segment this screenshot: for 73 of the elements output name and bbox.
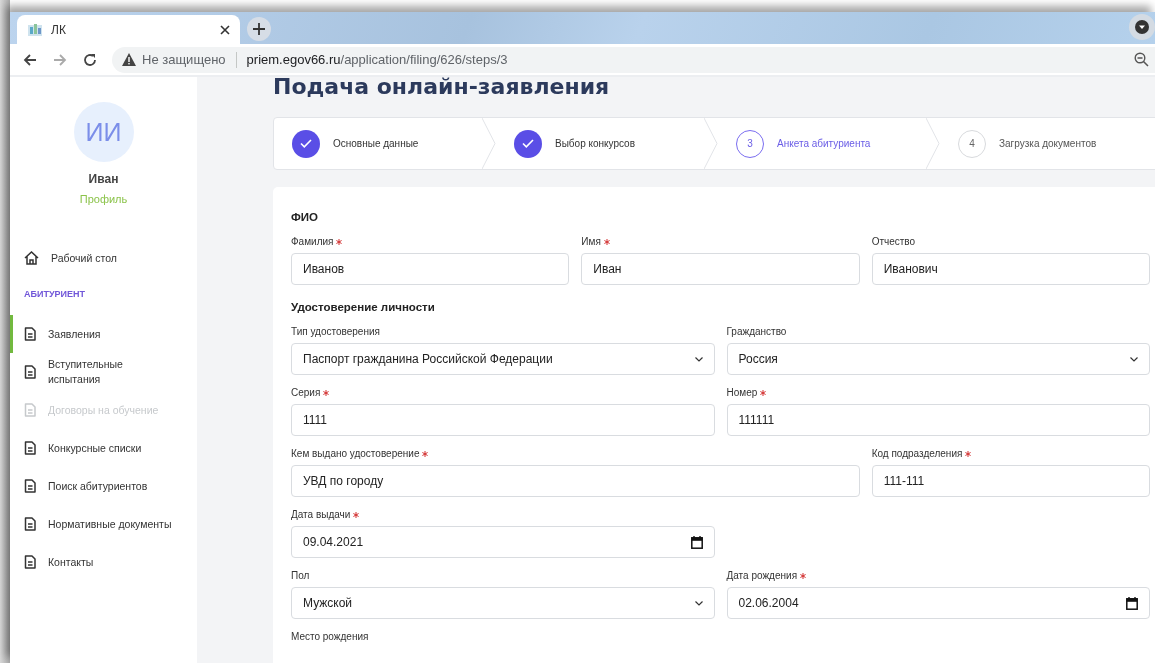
close-icon xyxy=(220,24,230,35)
tab-title: ЛК xyxy=(51,22,67,37)
warning-icon xyxy=(122,53,136,66)
tab-search-button[interactable] xyxy=(1129,14,1155,40)
input-field[interactable]: Иванов xyxy=(291,253,570,285)
dropdown-field[interactable]: Россия xyxy=(726,343,1150,375)
field-label: Номер xyxy=(726,387,767,398)
field-label: Дата выдачи xyxy=(291,509,360,520)
document-icon xyxy=(24,403,36,417)
field-label: Отчество xyxy=(871,236,916,247)
field-label: Фамилия xyxy=(291,236,343,247)
date-field[interactable]: 02.06.2004 xyxy=(726,587,1150,619)
nav-item[interactable]: Нормативные документы xyxy=(10,505,197,543)
field-label: Дата рождения xyxy=(726,570,807,581)
field-label: Пол xyxy=(291,570,310,581)
url-path: /application/filing/626/steps/3 xyxy=(340,52,508,67)
field-label: Гражданство xyxy=(726,326,787,337)
page-title: Подача онлайн-заявления xyxy=(273,77,610,101)
chevron-down-icon xyxy=(694,356,703,362)
step-label[interactable]: Загрузка документов xyxy=(999,138,1097,149)
url-host: priem.egov66.ru xyxy=(246,52,341,67)
zoom-out-icon xyxy=(1134,52,1149,67)
calendar-icon xyxy=(1126,596,1138,610)
input-field[interactable]: Иванович xyxy=(871,253,1150,285)
date-field[interactable]: 09.04.2021 xyxy=(291,526,715,558)
input-field[interactable]: Иван xyxy=(581,253,860,285)
nav-item[interactable]: Рабочий стол xyxy=(10,239,197,277)
nav-item[interactable]: Вступительные испытания xyxy=(10,353,197,391)
dropdown-field[interactable]: Мужской xyxy=(291,587,715,619)
input-field[interactable]: 111-111 xyxy=(871,465,1150,497)
security-label: Не защищено xyxy=(142,52,226,67)
avatar: ИИ xyxy=(73,102,134,162)
chevron-down-icon xyxy=(1130,356,1138,362)
input-field[interactable]: 1111 xyxy=(291,404,715,436)
check-icon xyxy=(300,139,312,148)
field-label: Место рождения xyxy=(291,631,369,642)
document-icon xyxy=(24,555,36,569)
document-icon xyxy=(24,517,36,531)
calendar-icon xyxy=(690,535,703,549)
nav-section-heading: АБИТУРИЕНТ xyxy=(23,288,85,301)
input-field[interactable]: 111111 xyxy=(726,404,1150,436)
document-icon xyxy=(24,365,36,379)
new-tab-button[interactable] xyxy=(247,17,271,41)
back-arrow-icon xyxy=(22,51,38,68)
dropdown-field[interactable]: Паспорт гражданина Российской Федерации xyxy=(291,343,715,375)
document-icon xyxy=(24,479,36,493)
reload-icon xyxy=(82,51,98,68)
section-title: Удостоверение личности xyxy=(291,301,435,313)
field-label: Кем выдано удостоверение xyxy=(291,448,429,459)
address-bar[interactable]: Не защищено priem.egov66.ru/application/filing/626/steps/3 xyxy=(112,46,1155,73)
field-label: Тип удостоверения xyxy=(291,326,380,337)
step-label[interactable]: Анкета абитуриента xyxy=(777,138,871,149)
step-label[interactable]: Выбор конкурсов xyxy=(555,138,635,149)
input-field[interactable]: УВД по городу xyxy=(291,465,860,497)
forward-arrow-icon xyxy=(52,51,68,68)
check-icon xyxy=(522,139,534,148)
field-label: Код подразделения xyxy=(871,448,972,459)
plus-icon xyxy=(253,23,265,35)
step-label[interactable]: Основные данные xyxy=(333,138,419,149)
nav-item[interactable]: Конкурсные списки xyxy=(10,429,197,467)
field-label: Серия xyxy=(291,387,330,398)
site-favicon-icon xyxy=(27,21,43,38)
chevron-down-icon xyxy=(694,600,703,606)
nav-item[interactable]: Поиск абитуриентов xyxy=(10,467,197,505)
section-title: ФИО xyxy=(291,211,319,223)
browser-tab[interactable]: ЛК xyxy=(17,15,240,44)
user-name: Иван xyxy=(88,172,119,186)
nav-item[interactable]: Контакты xyxy=(10,543,197,581)
home-icon xyxy=(24,251,39,265)
document-icon xyxy=(24,327,36,341)
field-label: Имя xyxy=(581,236,610,247)
dropdown-icon xyxy=(1135,20,1149,34)
document-icon xyxy=(24,441,36,455)
